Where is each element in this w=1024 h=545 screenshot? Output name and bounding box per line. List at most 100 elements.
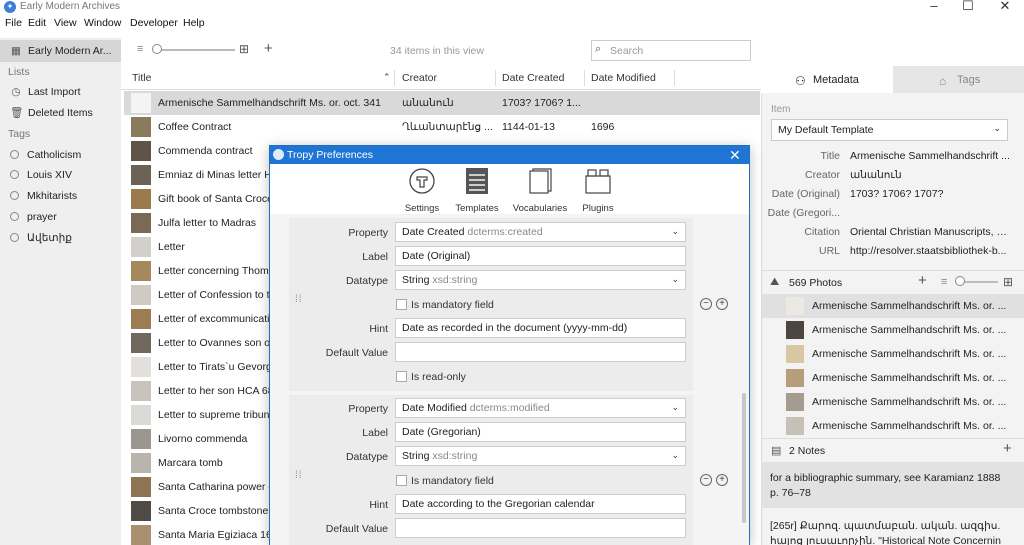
- note-item[interactable]: for a bibliographic summary, see Karamia…: [770, 471, 1005, 501]
- tab-templates-label: Templates: [455, 203, 499, 214]
- close-dialog-icon[interactable]: ✕: [729, 147, 741, 164]
- sidebar-item-deleted[interactable]: 🗑 Deleted Items: [10, 104, 93, 122]
- menu-view[interactable]: View: [54, 17, 77, 29]
- tag-label: Ավետիք: [27, 232, 72, 244]
- label-input[interactable]: Date (Gregorian): [395, 422, 686, 442]
- cell-creator: անանուն: [402, 97, 454, 109]
- column-date-created[interactable]: Date Created: [502, 72, 564, 84]
- photo-zoom-handle[interactable]: [955, 276, 965, 286]
- menu-help[interactable]: Help: [183, 17, 205, 29]
- photo-item[interactable]: Armenische Sammelhandschrift Ms. or. ...: [762, 390, 1024, 414]
- field-value[interactable]: Oriental Christian Manuscripts, N...: [850, 226, 1010, 238]
- menu-edit[interactable]: Edit: [28, 17, 46, 29]
- tab-plugins[interactable]: Plugins: [566, 168, 630, 214]
- drag-handle-icon[interactable]: ⁞⁞: [295, 471, 303, 481]
- default-value-input[interactable]: [395, 518, 686, 538]
- menu-window[interactable]: Window: [84, 17, 121, 29]
- field-value[interactable]: http://resolver.staatsbibliothek-b...: [850, 245, 1010, 257]
- mandatory-checkbox[interactable]: [396, 475, 407, 486]
- minimize-icon[interactable]: –: [917, 0, 951, 14]
- photo-item[interactable]: Armenische Sammelhandschrift Ms. or. ...: [762, 294, 1024, 318]
- dialog-title: Tropy Preferences: [287, 149, 373, 161]
- add-item-icon[interactable]: +: [264, 40, 273, 57]
- sidebar-tag[interactable]: Ավետիք: [10, 229, 72, 247]
- column-creator[interactable]: Creator: [402, 72, 437, 84]
- mandatory-checkbox[interactable]: [396, 299, 407, 310]
- list-view-icon[interactable]: ≡: [137, 43, 143, 55]
- add-photo-icon[interactable]: +: [918, 272, 927, 289]
- property-select[interactable]: Date Modified dcterms:modified ⌄: [395, 398, 686, 418]
- sidebar-tag[interactable]: Louis XIV: [10, 166, 72, 184]
- property-label: Property: [348, 227, 388, 239]
- note-item[interactable]: [265r] Քարոզ. պատմաբան. ական. ազգիս. հայ…: [770, 519, 1005, 545]
- sidebar-item-last-import[interactable]: ◷ Last Import: [10, 83, 80, 101]
- grid-view-icon[interactable]: ⊞: [239, 42, 249, 56]
- readonly-checkbox[interactable]: [396, 371, 407, 382]
- sort-ascending-icon[interactable]: ⌃: [383, 72, 391, 83]
- hint-input[interactable]: Date as recorded in the document (yyyy-m…: [395, 318, 686, 338]
- column-divider[interactable]: [495, 70, 496, 86]
- default-value-input[interactable]: [395, 342, 686, 362]
- menu-developer[interactable]: Developer: [130, 17, 178, 29]
- drag-handle-icon[interactable]: ⁞⁞: [295, 295, 303, 305]
- column-divider[interactable]: [674, 70, 675, 86]
- item-count: 34 items in this view: [390, 45, 484, 57]
- tab-metadata[interactable]: ⚇ Metadata: [761, 66, 893, 93]
- table-row[interactable]: Armenische Sammelhandschrift Ms. or. oct…: [124, 91, 760, 115]
- hint-input[interactable]: Date according to the Gregorian calendar: [395, 494, 686, 514]
- sidebar-tag[interactable]: Catholicism: [10, 146, 81, 164]
- photo-item[interactable]: Armenische Sammelhandschrift Ms. or. ...: [762, 342, 1024, 366]
- item-thumbnail: [131, 141, 151, 161]
- project-name: Early Modern Ar...: [28, 45, 112, 57]
- scrollbar[interactable]: [742, 393, 746, 523]
- table-row[interactable]: Coffee Contract Ղևանտարէնց ... 1144-01-13 1…: [124, 115, 760, 139]
- photo-thumbnail: [786, 297, 804, 315]
- zoom-slider-handle[interactable]: [152, 44, 162, 54]
- zoom-slider[interactable]: [155, 49, 235, 51]
- sidebar-project-row[interactable]: ▦ Early Modern Ar...: [10, 42, 111, 60]
- datatype-uri: xsd:string: [432, 274, 478, 286]
- item-thumbnail: [131, 189, 151, 209]
- photo-item[interactable]: Armenische Sammelhandschrift Ms. or. ...: [762, 366, 1024, 390]
- photo-label: Armenische Sammelhandschrift Ms. or. ...: [812, 348, 1007, 360]
- column-title[interactable]: Title: [132, 72, 151, 84]
- template-select[interactable]: My Default Template ⌄: [771, 119, 1008, 141]
- close-window-icon[interactable]: ✕: [988, 0, 1022, 14]
- column-divider[interactable]: [394, 70, 395, 86]
- add-field-icon[interactable]: +: [716, 298, 728, 310]
- tab-tags[interactable]: ⌂ Tags: [893, 66, 1024, 93]
- cell-creator: Ղևանտարէնց ...: [402, 121, 493, 133]
- maximize-icon[interactable]: ☐: [951, 0, 985, 14]
- field-value[interactable]: Armenische Sammelhandschrift ...: [850, 150, 1010, 162]
- datatype-select[interactable]: String xsd:string ⌄: [395, 446, 686, 466]
- tag-icon: ⌂: [939, 74, 947, 88]
- photo-label: Armenische Sammelhandschrift Ms. or. ...: [812, 396, 1007, 408]
- datatype-select[interactable]: String xsd:string ⌄: [395, 270, 686, 290]
- remove-field-icon[interactable]: −: [700, 298, 712, 310]
- hint-value: Date as recorded in the document (yyyy-m…: [402, 322, 628, 334]
- remove-field-icon[interactable]: −: [700, 474, 712, 486]
- sidebar-tag[interactable]: Mkhitarists: [10, 187, 77, 205]
- add-field-icon[interactable]: +: [716, 474, 728, 486]
- sidebar-tag[interactable]: prayer: [10, 208, 57, 226]
- field-value[interactable]: անանուն: [850, 169, 1010, 181]
- datatype-value: String: [402, 450, 430, 462]
- column-date-modified[interactable]: Date Modified: [591, 72, 656, 84]
- label-input[interactable]: Date (Original): [395, 246, 686, 266]
- label-value: Date (Original): [402, 250, 471, 262]
- field-value[interactable]: 1703? 1706? 1707?: [850, 188, 1010, 200]
- photo-item[interactable]: Armenische Sammelhandschrift Ms. or. ...: [762, 318, 1024, 342]
- photo-grid-icon[interactable]: ⊞: [1003, 275, 1013, 289]
- photo-list-icon[interactable]: ≡: [941, 276, 947, 288]
- cell-created: 1144-01-13: [502, 121, 555, 133]
- column-divider[interactable]: [584, 70, 585, 86]
- property-label: Property: [348, 403, 388, 415]
- photo-item[interactable]: Armenische Sammelhandschrift Ms. or. ...: [762, 414, 1024, 438]
- property-select[interactable]: Date Created dcterms:created ⌄: [395, 222, 686, 242]
- tab-templates[interactable]: Templates: [445, 168, 509, 214]
- tag-circle-icon: [10, 233, 19, 242]
- menu-file[interactable]: File: [5, 17, 22, 29]
- tags-heading: Tags: [8, 128, 31, 140]
- add-note-icon[interactable]: +: [1003, 440, 1012, 457]
- tab-vocabularies[interactable]: Vocabularies: [508, 168, 572, 214]
